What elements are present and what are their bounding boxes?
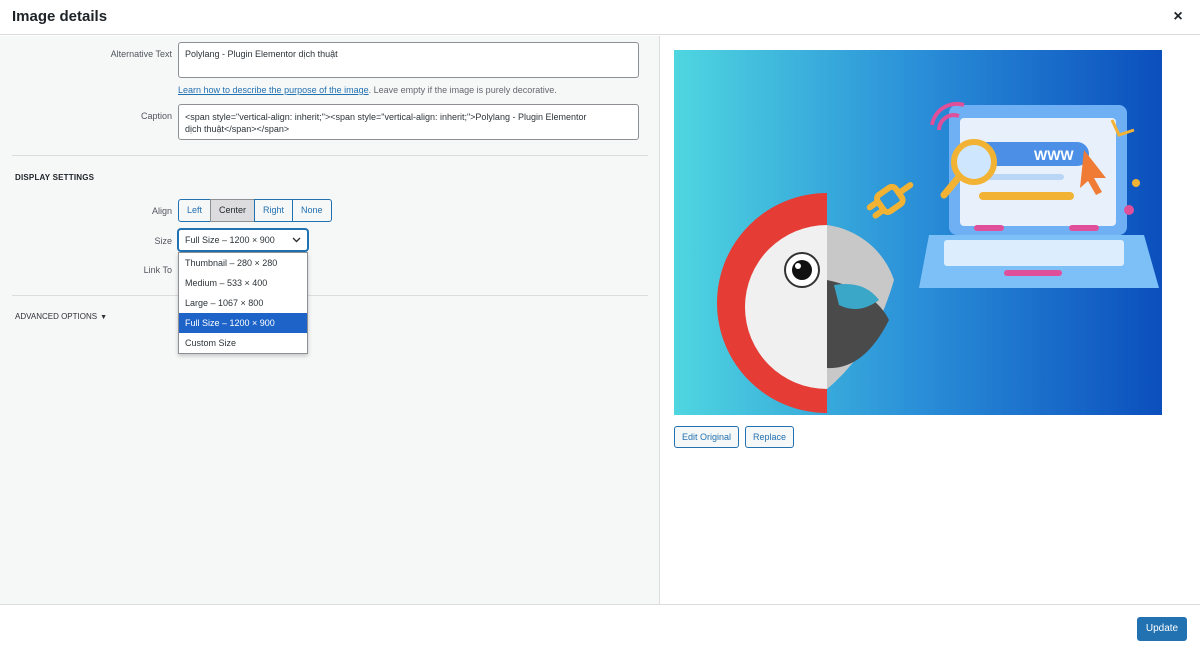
edit-original-button[interactable]: Edit Original xyxy=(674,426,740,448)
align-none-button[interactable]: None xyxy=(292,199,332,222)
triangle-down-icon: ▼ xyxy=(100,314,108,321)
advanced-options-toggle[interactable]: ADVANCED OPTIONS ▼ xyxy=(15,312,107,321)
caption-label: Caption xyxy=(140,111,172,121)
alt-text-label: Alternative Text xyxy=(110,49,172,59)
url-bar-text: WWW xyxy=(1034,147,1074,163)
image-preview: WWW xyxy=(674,50,1162,415)
replace-button[interactable]: Replace xyxy=(745,426,795,448)
link-to-label: Link To xyxy=(143,265,172,275)
alt-text-help-link[interactable]: Learn how to describe the purpose of the… xyxy=(178,85,369,95)
divider xyxy=(12,155,648,156)
dialog-title: Image details xyxy=(12,8,108,25)
size-label: Size xyxy=(154,236,172,246)
caption-field[interactable]: <span style="vertical-align: inherit;"><… xyxy=(178,104,639,140)
alt-text-help: Learn how to describe the purpose of the… xyxy=(178,85,557,95)
size-option-custom[interactable]: Custom Size xyxy=(179,333,307,353)
size-select[interactable]: Full Size – 1200 × 900 xyxy=(178,229,308,251)
size-option-medium[interactable]: Medium – 533 × 400 xyxy=(179,273,307,293)
dialog-header: Image details × xyxy=(0,0,1200,35)
close-icon[interactable]: × xyxy=(1168,6,1188,28)
dialog-footer xyxy=(0,604,1200,650)
caption-line-1: <span style="vertical-align: inherit;"><… xyxy=(185,112,587,122)
align-left-button[interactable]: Left xyxy=(178,199,212,222)
align-label: Align xyxy=(151,206,172,216)
alt-text-field[interactable]: Polylang - Plugin Elementor dịch thuật xyxy=(178,42,639,78)
caption-line-2: dịch thuật</span></span> xyxy=(185,124,290,134)
alt-text-value: Polylang - Plugin Elementor dịch thuật xyxy=(185,49,338,59)
alt-text-help-rest: . Leave empty if the image is purely dec… xyxy=(368,85,557,95)
align-right-button[interactable]: Right xyxy=(254,199,294,222)
align-center-button[interactable]: Center xyxy=(210,199,256,222)
size-dropdown-list: Thumbnail – 280 × 280 Medium – 533 × 400… xyxy=(178,252,308,354)
update-button[interactable]: Update xyxy=(1137,617,1187,641)
advanced-options-label: ADVANCED OPTIONS xyxy=(15,312,98,321)
display-settings-title: DISPLAY SETTINGS xyxy=(15,173,95,182)
size-option-large[interactable]: Large – 1067 × 800 xyxy=(179,293,307,313)
size-option-thumbnail[interactable]: Thumbnail – 280 × 280 xyxy=(179,253,307,273)
size-option-full[interactable]: Full Size – 1200 × 900 xyxy=(179,313,307,333)
align-button-group: Left Center Right None xyxy=(178,199,332,222)
size-select-value: Full Size – 1200 × 900 xyxy=(185,235,275,245)
divider xyxy=(12,295,648,296)
